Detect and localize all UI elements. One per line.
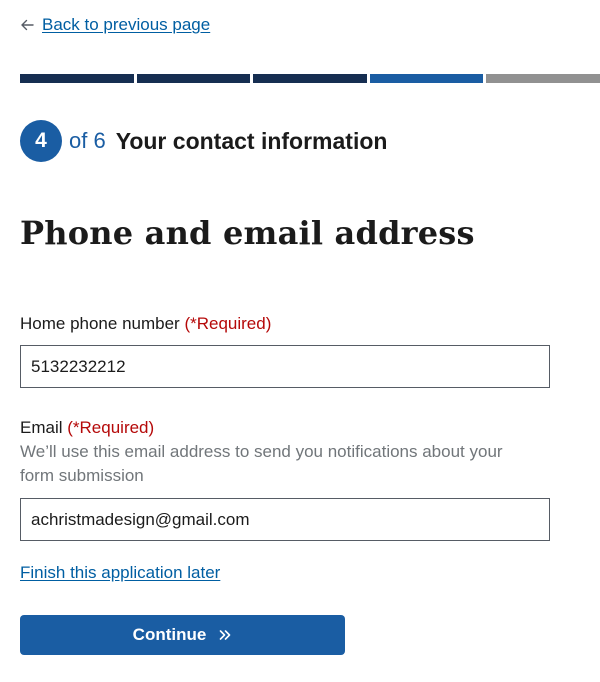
page-title: Phone and email address: [20, 214, 475, 252]
email-hint: We’ll use this email address to send you…: [20, 442, 503, 485]
finish-later-link[interactable]: Finish this application later: [20, 563, 220, 583]
progress-bar: [20, 74, 600, 83]
email-input[interactable]: [20, 498, 550, 541]
email-label-text: Email: [20, 418, 63, 437]
email-label: Email (*Required): [20, 418, 154, 438]
progress-segment-3: [253, 74, 367, 83]
home-phone-input[interactable]: [20, 345, 550, 388]
phone-label: Home phone number (*Required): [20, 314, 271, 334]
continue-button[interactable]: Continue: [20, 615, 345, 655]
progress-segment-2: [136, 74, 251, 83]
step-number-badge: 4: [20, 120, 62, 162]
double-chevron-right-icon: [220, 630, 231, 640]
email-required-marker: (*Required): [67, 418, 155, 437]
back-to-previous-page-link[interactable]: Back to previous page: [42, 15, 210, 35]
phone-label-text: Home phone number: [20, 314, 180, 333]
continue-button-label: Continue: [132, 625, 207, 644]
progress-segment-1: [20, 74, 134, 83]
step-of-total: of 6: [69, 128, 106, 153]
phone-required-marker: (*Required): [184, 314, 272, 333]
progress-segment-5: [486, 74, 600, 83]
step-title: Your contact information: [115, 127, 388, 154]
back-link-row[interactable]: Back to previous page: [20, 15, 210, 35]
progress-segment-4: [369, 74, 484, 83]
step-indicator: 4 of 6 Your contact information: [20, 120, 387, 162]
arrow-left-icon: [21, 19, 34, 31]
